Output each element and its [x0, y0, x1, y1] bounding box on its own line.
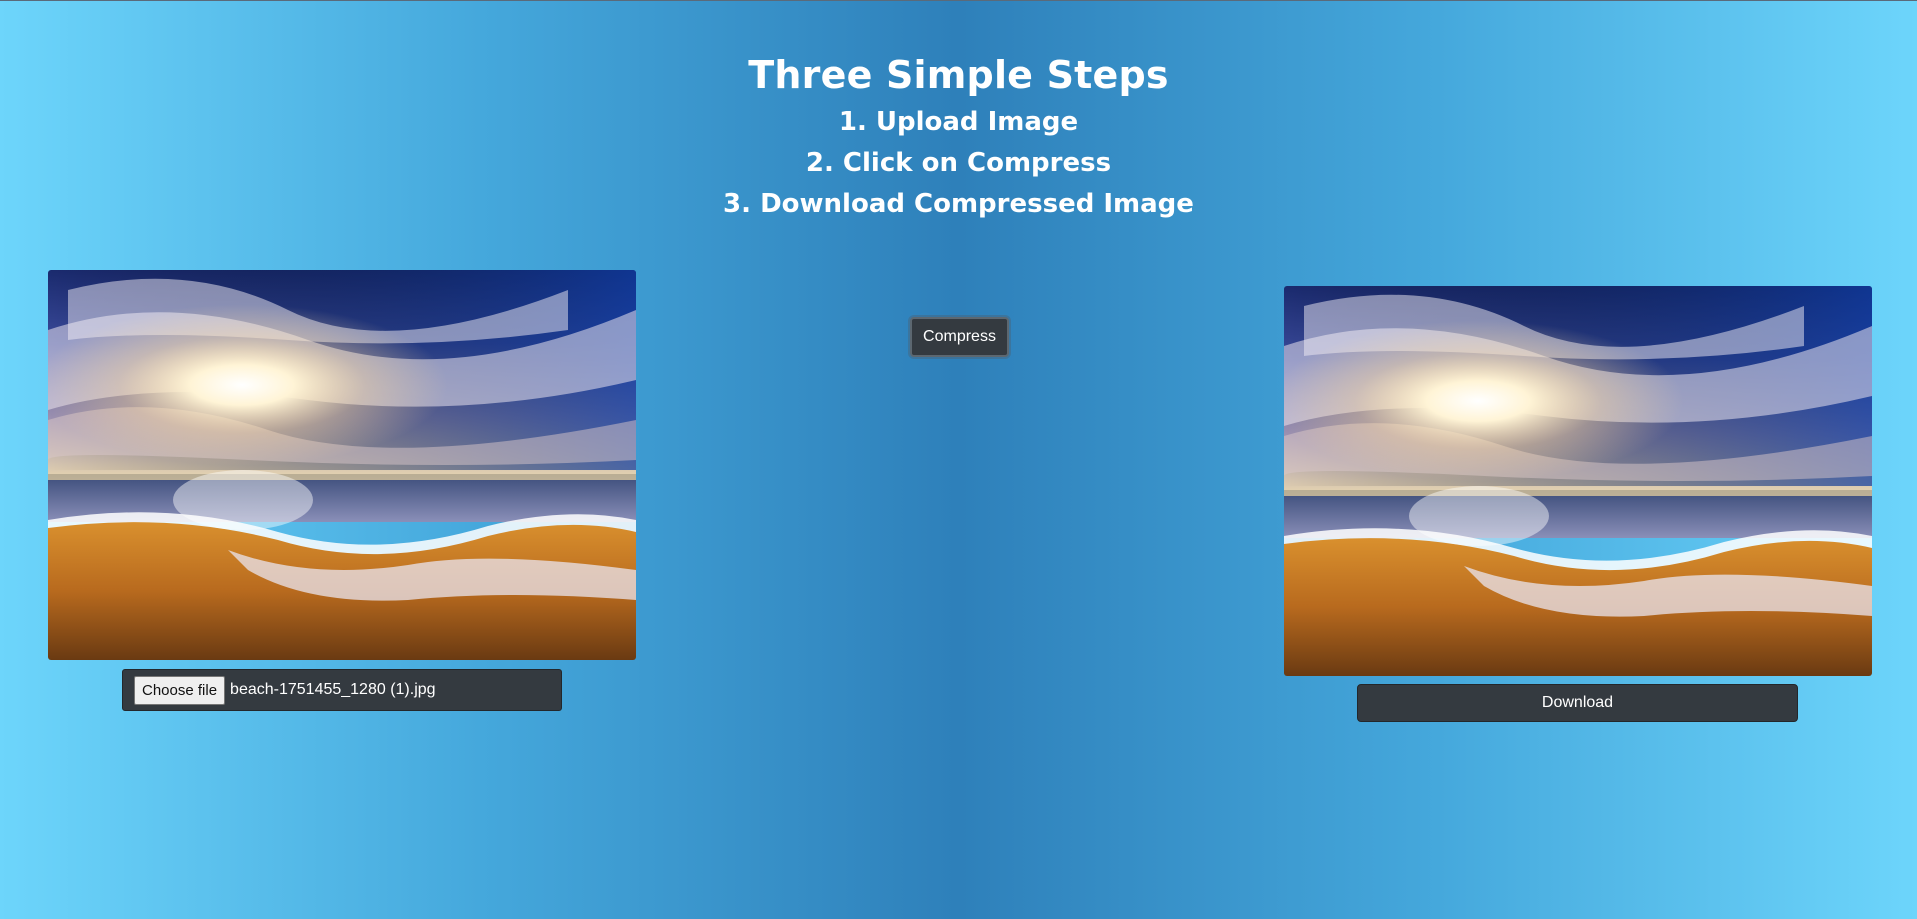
- instructions-header: Three Simple Steps 1. Upload Image 2. Cl…: [0, 48, 1917, 225]
- selected-file-name: beach-1751455_1280 (1).jpg: [230, 681, 436, 698]
- step-1: 1. Upload Image: [838, 107, 1079, 137]
- original-image-preview: [48, 270, 636, 660]
- step-3: 3. Download Compressed Image: [723, 189, 1194, 219]
- file-upload-field[interactable]: Choose file beach-1751455_1280 (1).jpg: [122, 669, 562, 711]
- choose-file-button[interactable]: Choose file: [134, 675, 226, 705]
- page-title: Three Simple Steps: [748, 53, 1169, 97]
- compress-button[interactable]: Compress: [910, 317, 1009, 357]
- compressed-image-preview: [1284, 286, 1872, 676]
- step-2: 2. Click on Compress: [805, 148, 1112, 178]
- top-border: [0, 0, 1917, 1]
- download-button[interactable]: Download: [1357, 684, 1798, 722]
